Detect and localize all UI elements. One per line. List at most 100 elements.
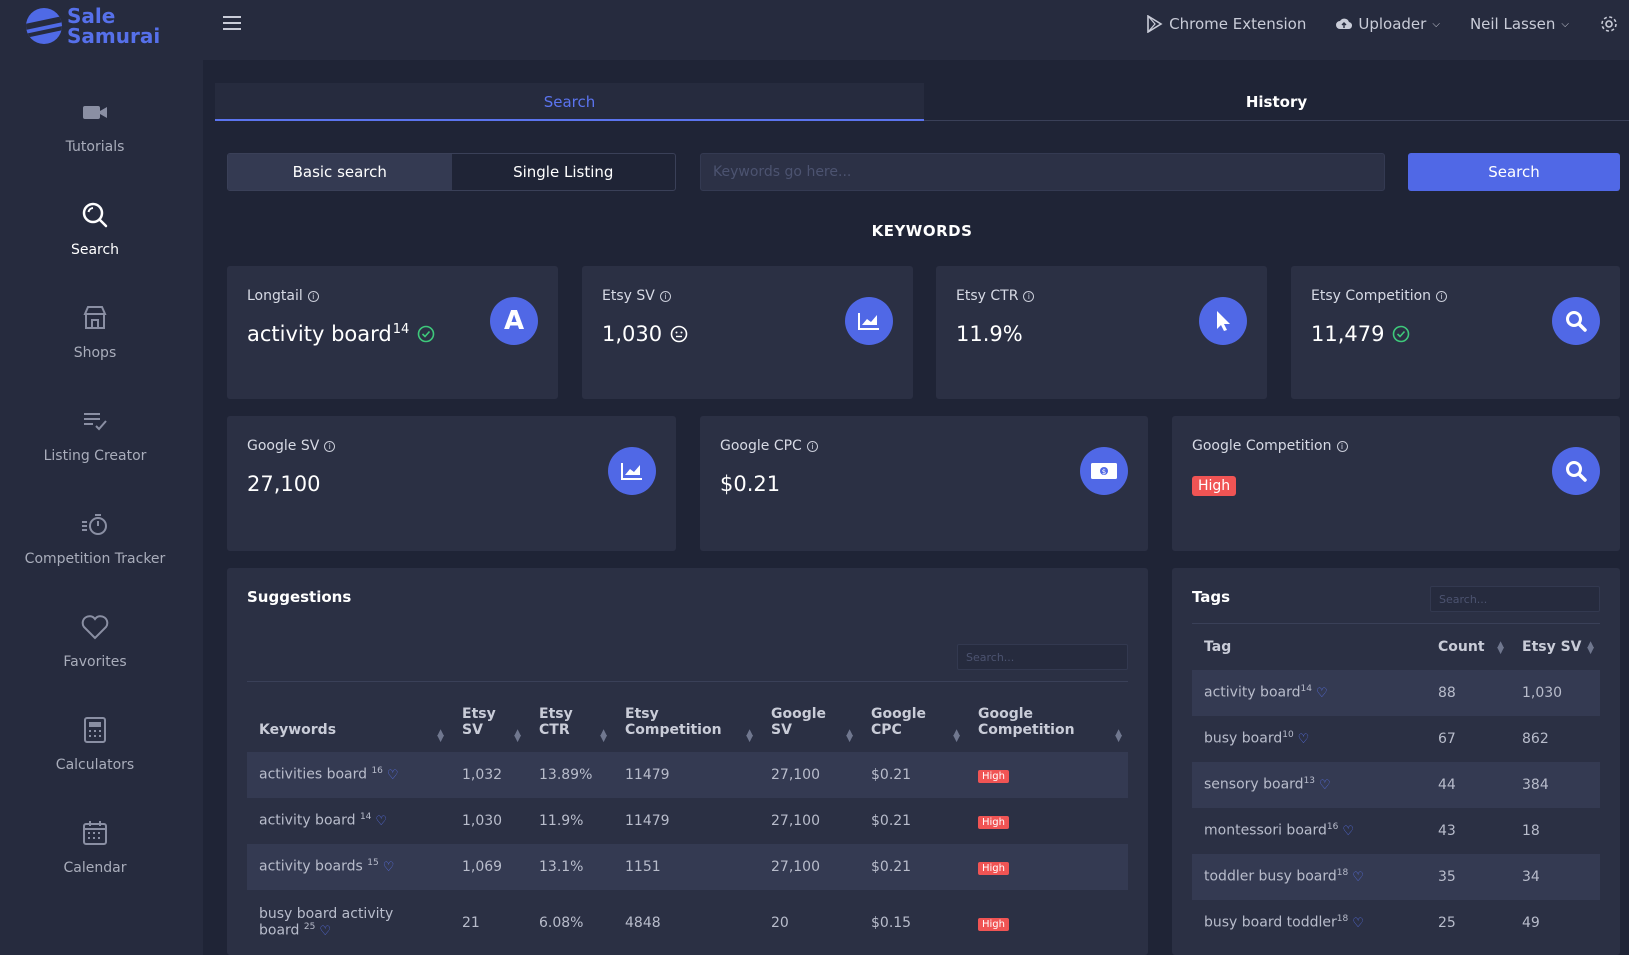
sort-icon: ▲ ▼ (600, 727, 607, 744)
nav-item-competition-tracker[interactable]: Competition Tracker (0, 509, 190, 567)
card-value-google-cpc: $0.21 (720, 472, 781, 496)
table-row[interactable]: activity board 14 ♡ 1,030 11.9% 11479 27,… (247, 798, 1128, 844)
nav-label-calculators: Calculators (55, 757, 135, 773)
card-etsy-competition: Etsy Competition i 11,479 (1291, 266, 1620, 399)
video-camera-icon (83, 106, 107, 119)
brand-line-1: Sale (67, 4, 116, 28)
heart-icon[interactable]: ♡ (375, 814, 387, 829)
suggestions-search-input[interactable] (957, 644, 1128, 670)
tab-search[interactable]: Search (215, 83, 924, 121)
gear-icon[interactable] (1599, 14, 1619, 34)
info-icon[interactable]: i (1023, 290, 1035, 302)
card-label-google-competition: Google Competition (1192, 438, 1332, 454)
heart-icon[interactable]: ♡ (1342, 824, 1354, 839)
search-button[interactable]: Search (1408, 153, 1620, 191)
card-google-sv: Google SV i 27,100 (227, 416, 676, 551)
longtail-superscript: 14 (392, 322, 410, 337)
sort-icon: ▲ ▼ (514, 727, 521, 744)
info-icon[interactable]: i (659, 290, 671, 302)
table-row[interactable]: activities board 16 ♡ 1,032 13.89% 11479 … (247, 751, 1128, 798)
suggestions-title: Suggestions (247, 588, 352, 606)
chart-line-icon (845, 297, 893, 345)
single-listing-button[interactable]: Single Listing (452, 154, 676, 190)
uploader-label: Uploader (1358, 15, 1427, 33)
nav-item-favorites[interactable]: Favorites (0, 612, 190, 670)
tags-panel: Tags Tag Count▲▼ Etsy SV▲▼ activity boar… (1172, 568, 1620, 955)
tab-history[interactable]: History (924, 83, 1629, 121)
nav-item-calendar[interactable]: Calendar (0, 818, 190, 876)
nav-item-listing-creator[interactable]: Listing Creator (0, 406, 190, 464)
col-tag[interactable]: Tag (1192, 624, 1426, 670)
chrome-extension-link[interactable]: Chrome Extension (1145, 15, 1306, 33)
status-badge: High (978, 917, 1009, 931)
stopwatch-icon (82, 514, 107, 535)
suggestions-table: Keywords ▲ ▼ Etsy SV ▲ ▼ Etsy CTR ▲ ▼ Etsy Compet… (247, 681, 1128, 955)
basic-search-button[interactable]: Basic search (228, 154, 452, 190)
tags-search-input[interactable] (1430, 586, 1600, 612)
card-label-etsy-sv: Etsy SV (602, 288, 655, 304)
info-icon[interactable]: i (806, 440, 818, 452)
user-menu[interactable]: Neil Lassen ⌵ (1470, 15, 1569, 33)
table-row[interactable]: activity boards 15 ♡ 1,069 13.1% 1151 27,… (247, 843, 1128, 890)
heart-icon[interactable]: ♡ (1352, 870, 1364, 885)
nav-item-tutorials[interactable]: Tutorials (0, 97, 190, 155)
keywords-input[interactable] (700, 153, 1385, 191)
sort-icon: ▲ ▼ (437, 727, 444, 744)
col-etsy-competition[interactable]: Etsy Competition ▲ ▼ (613, 682, 759, 752)
col-keywords[interactable]: Keywords ▲ ▼ (247, 682, 450, 752)
col-google-sv[interactable]: Google SV ▲ ▼ (759, 682, 859, 752)
table-row[interactable]: busy board activity board 25 ♡ 21 6.08% 48… (247, 890, 1128, 955)
col-etsy-sv[interactable]: Etsy SV ▲ ▼ (450, 682, 527, 752)
svg-text:$: $ (1102, 468, 1106, 476)
card-value-longtail: activity board (247, 322, 392, 346)
col-etsy-ctr[interactable]: Etsy CTR ▲ ▼ (527, 682, 613, 752)
col-tag-etsy-sv[interactable]: Etsy SV ▲ ▼ (1510, 624, 1600, 670)
heart-icon[interactable]: ♡ (387, 768, 399, 783)
col-google-competition[interactable]: Google Competition ▲ ▼ (966, 682, 1128, 752)
table-row[interactable]: toddler busy board18 ♡ 35 34 (1192, 853, 1600, 900)
chart-line-icon (608, 447, 656, 495)
col-count[interactable]: Count ▲ ▼ (1426, 624, 1510, 670)
money-bill-icon: $ (1080, 447, 1128, 495)
info-icon[interactable]: i (324, 440, 336, 452)
nav-item-shops[interactable]: Shops (0, 303, 190, 361)
hamburger-menu-icon[interactable] (223, 16, 241, 32)
chevron-down-icon: ⌵ (1561, 18, 1569, 30)
sort-icon: ▲ ▼ (1587, 639, 1594, 656)
nav-label-competition-tracker: Competition Tracker (24, 551, 166, 567)
card-etsy-ctr: Etsy CTR i 11.9% (936, 266, 1267, 399)
calendar-icon (83, 821, 107, 845)
brand-line-2: Samurai (67, 24, 161, 48)
table-row[interactable]: montessori board16 ♡ 43 18 (1192, 808, 1600, 854)
info-icon[interactable]: i (307, 290, 319, 302)
heart-icon[interactable]: ♡ (1352, 916, 1364, 931)
info-icon[interactable]: i (1436, 290, 1448, 302)
chevron-down-icon: ⌵ (1432, 18, 1440, 30)
table-row[interactable]: busy board toddler18 ♡ 25 49 (1192, 900, 1600, 946)
card-google-cpc: Google CPC i $0.21 $ (700, 416, 1148, 551)
main-tabs: Search History (215, 83, 1629, 121)
heart-icon[interactable]: ♡ (319, 924, 331, 939)
list-check-icon (84, 413, 107, 431)
table-row[interactable]: activity board14 ♡ 88 1,030 (1192, 669, 1600, 716)
logo-mark-icon (26, 8, 62, 44)
nav-item-calculators[interactable]: Calculators (0, 715, 190, 773)
heart-icon[interactable]: ♡ (383, 860, 395, 875)
tags-title: Tags (1192, 588, 1231, 606)
info-icon[interactable]: i (1336, 440, 1348, 452)
calculator-icon (84, 717, 106, 743)
heart-icon[interactable]: ♡ (1316, 686, 1328, 701)
check-circle-icon (1393, 325, 1410, 343)
brand-logo[interactable]: Sale Samurai (26, 6, 160, 46)
heart-icon[interactable]: ♡ (1319, 778, 1331, 793)
shop-icon (83, 306, 107, 329)
uploader-dropdown[interactable]: Uploader ⌵ (1336, 15, 1440, 33)
col-google-cpc[interactable]: Google CPC ▲ ▼ (859, 682, 966, 752)
status-badge: High (978, 769, 1009, 783)
nav-label-favorites: Favorites (63, 654, 127, 670)
table-row[interactable]: sensory board13 ♡ 44 384 (1192, 761, 1600, 808)
nav-item-search[interactable]: Search (0, 200, 190, 258)
heart-icon[interactable]: ♡ (1298, 732, 1310, 747)
table-row[interactable]: busy board10 ♡ 67 862 (1192, 716, 1600, 762)
card-value-google-sv: 27,100 (247, 472, 321, 496)
